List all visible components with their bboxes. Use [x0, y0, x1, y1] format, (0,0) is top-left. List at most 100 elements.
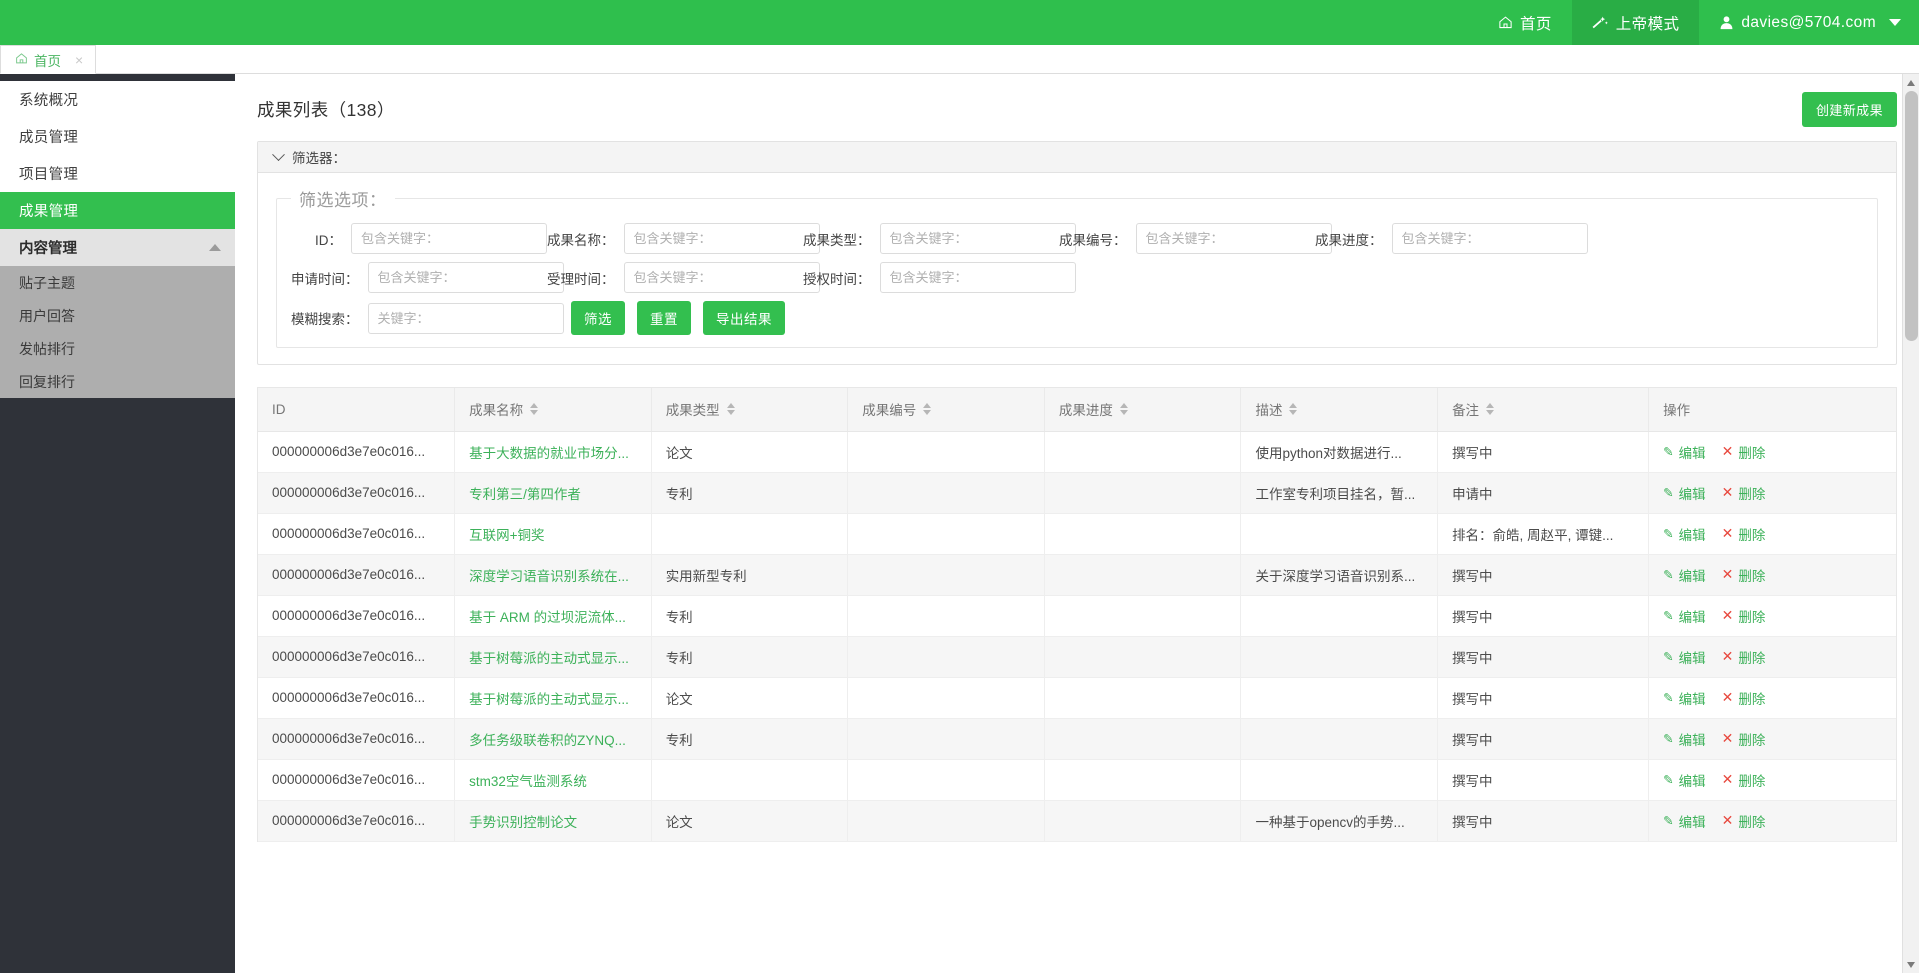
sort-icon[interactable]	[1289, 403, 1298, 416]
delete-action[interactable]: ✕ 删除	[1722, 811, 1766, 831]
cell-operations: ✎ 编辑 ✕ 删除	[1648, 431, 1896, 473]
column-header-achievement-number[interactable]: 成果编号	[847, 388, 1045, 432]
cell-achievement-progress	[1044, 431, 1242, 473]
edit-action[interactable]: ✎ 编辑	[1663, 811, 1705, 831]
achievement-type-input[interactable]	[879, 223, 1076, 254]
table-row[interactable]: 000000006d3e7e0c016... 互联网+铜奖 排名：俞皓, 周赵平, …	[258, 513, 1896, 555]
delete-action[interactable]: ✕ 删除	[1722, 606, 1766, 626]
row-actions: ✎ 编辑 ✕ 删除	[1663, 524, 1882, 544]
table-row[interactable]: 000000006d3e7e0c016... 专利第三/第四作者 专利 工作室专利项目…	[258, 472, 1896, 514]
column-header-description[interactable]: 描述	[1240, 388, 1439, 432]
achievement-name-link[interactable]: 专利第三/第四作者	[469, 487, 581, 502]
sort-icon[interactable]	[530, 403, 539, 416]
reset-button[interactable]: 重置	[637, 301, 691, 335]
edit-action[interactable]: ✎ 编辑	[1663, 688, 1705, 708]
edit-label: 编辑	[1678, 527, 1706, 543]
fuzzy-search-input[interactable]	[367, 302, 564, 334]
achievement-progress-input[interactable]	[1391, 223, 1588, 254]
edit-action[interactable]: ✎ 编辑	[1663, 442, 1705, 462]
magic-wand-icon	[1592, 15, 1609, 31]
delete-action[interactable]: ✕ 删除	[1722, 729, 1766, 749]
cell-achievement-progress	[1044, 472, 1242, 514]
edit-action[interactable]: ✎ 编辑	[1663, 606, 1705, 626]
delete-action[interactable]: ✕ 删除	[1722, 688, 1766, 708]
sidebar-item-system-overview[interactable]: 系统概况	[0, 81, 235, 118]
cell-achievement-progress	[1044, 718, 1242, 760]
achievement-name-link[interactable]: 基于大数据的就业市场分...	[469, 446, 629, 461]
sidebar-item-post-ranking[interactable]: 发帖排行	[0, 332, 235, 365]
achievement-name-link[interactable]: 基于树莓派的主动式显示...	[469, 651, 629, 666]
column-header-achievement-name[interactable]: 成果名称	[454, 388, 652, 432]
topnav-god-mode[interactable]: 上帝模式	[1571, 0, 1700, 45]
scroll-down-button[interactable]	[1903, 956, 1919, 973]
scroll-up-button[interactable]	[1903, 74, 1919, 91]
achievement-name-link[interactable]: 深度学习语音识别系统在...	[469, 569, 629, 584]
sort-icon[interactable]	[1119, 403, 1128, 416]
delete-action[interactable]: ✕ 删除	[1722, 442, 1766, 462]
sidebar-item-user-answers[interactable]: 用户回答	[0, 299, 235, 332]
grant-time-input[interactable]	[879, 262, 1076, 293]
vertical-scrollbar[interactable]	[1902, 74, 1919, 973]
filter-panel-header[interactable]: 筛选器：	[258, 142, 1896, 173]
column-header-achievement-progress[interactable]: 成果进度	[1044, 388, 1242, 432]
table-row[interactable]: 000000006d3e7e0c016... 手势识别控制论文 论文 一种基于open…	[258, 800, 1896, 842]
topnav-user-menu[interactable]: davies@5704.com	[1699, 0, 1919, 45]
filter-button[interactable]: 筛选	[571, 301, 625, 335]
achievement-name-link[interactable]: stm32空气监测系统	[469, 774, 587, 789]
achievement-name-link[interactable]: 基于树莓派的主动式显示...	[469, 692, 629, 707]
table-row[interactable]: 000000006d3e7e0c016... 基于大数据的就业市场分... 论文 使用…	[258, 431, 1896, 473]
scrollbar-thumb[interactable]	[1905, 91, 1918, 341]
edit-action[interactable]: ✎ 编辑	[1663, 647, 1705, 667]
achievement-name-link[interactable]: 多任务级联卷积的ZYNQ...	[469, 733, 626, 748]
sort-icon[interactable]	[726, 403, 735, 416]
topnav-god-mode-label: 上帝模式	[1615, 15, 1680, 33]
edit-action[interactable]: ✎ 编辑	[1663, 483, 1705, 503]
sidebar-item-member-management[interactable]: 成员管理	[0, 118, 235, 155]
table-header-row: ID 成果名称 成果类型 成果编号 成果进度 描述 备注 操作	[258, 388, 1896, 432]
achievement-name-link[interactable]: 手势识别控制论文	[469, 815, 577, 830]
create-achievement-button[interactable]: 创建新成果	[1801, 92, 1897, 127]
apply-time-input[interactable]	[367, 262, 564, 293]
achievement-name-input[interactable]	[623, 223, 820, 254]
table-row[interactable]: 000000006d3e7e0c016... 深度学习语音识别系统在... 实用新型…	[258, 554, 1896, 596]
sort-icon[interactable]	[1486, 403, 1495, 416]
sort-icon[interactable]	[923, 403, 932, 416]
cell-achievement-progress	[1044, 800, 1242, 842]
cell-achievement-progress	[1044, 677, 1242, 719]
column-header-id[interactable]: ID	[258, 388, 456, 432]
sidebar-item-post-topics[interactable]: 贴子主题	[0, 266, 235, 299]
id-input[interactable]	[351, 223, 547, 254]
filter-field-grant-time: 授权时间：	[803, 262, 1076, 293]
achievement-name-link[interactable]: 基于 ARM 的过坝泥流体...	[469, 610, 626, 625]
delete-action[interactable]: ✕ 删除	[1722, 770, 1766, 790]
table-row[interactable]: 000000006d3e7e0c016... 基于 ARM 的过坝泥流体... 专利…	[258, 595, 1896, 637]
close-icon[interactable]: ×	[75, 53, 83, 67]
table-row[interactable]: 000000006d3e7e0c016... stm32空气监测系统 撰写中 ✎ 编辑 ✕…	[258, 759, 1896, 801]
table-row[interactable]: 000000006d3e7e0c016... 基于树莓派的主动式显示... 论文 撰写…	[258, 677, 1896, 719]
table-row[interactable]: 000000006d3e7e0c016... 多任务级联卷积的ZYNQ... 专利 撰…	[258, 718, 1896, 760]
delete-action[interactable]: ✕ 删除	[1722, 524, 1766, 544]
user-icon	[1719, 15, 1734, 30]
column-header-remark[interactable]: 备注	[1437, 388, 1650, 432]
achievement-number-input[interactable]	[1135, 223, 1332, 254]
sidebar-item-project-management[interactable]: 项目管理	[0, 155, 235, 192]
topnav-home[interactable]: 首页	[1478, 0, 1572, 45]
table-row[interactable]: 000000006d3e7e0c016... 基于树莓派的主动式显示... 专利 撰写…	[258, 636, 1896, 678]
delete-label: 删除	[1738, 486, 1766, 502]
delete-action[interactable]: ✕ 删除	[1722, 647, 1766, 667]
edit-action[interactable]: ✎ 编辑	[1663, 565, 1705, 585]
export-results-button[interactable]: 导出结果	[703, 301, 785, 335]
delete-action[interactable]: ✕ 删除	[1722, 483, 1766, 503]
delete-action[interactable]: ✕ 删除	[1722, 565, 1766, 585]
sidebar-group-content-management[interactable]: 内容管理	[0, 229, 235, 266]
column-header-achievement-type[interactable]: 成果类型	[651, 388, 849, 432]
edit-action[interactable]: ✎ 编辑	[1663, 770, 1705, 790]
tab-home[interactable]: 首页 ×	[0, 45, 97, 74]
edit-action[interactable]: ✎ 编辑	[1663, 524, 1705, 544]
edit-action[interactable]: ✎ 编辑	[1663, 729, 1705, 749]
achievement-name-link[interactable]: 互联网+铜奖	[469, 528, 544, 543]
sidebar-item-reply-ranking[interactable]: 回复排行	[0, 365, 235, 398]
sidebar-item-achievement-management[interactable]: 成果管理	[0, 192, 235, 229]
delete-label: 删除	[1738, 773, 1766, 789]
accept-time-input[interactable]	[623, 262, 820, 293]
